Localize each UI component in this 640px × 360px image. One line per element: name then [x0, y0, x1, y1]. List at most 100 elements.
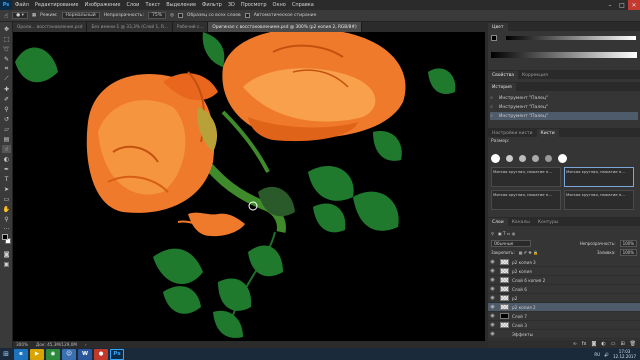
brush-preset-picker[interactable]: ● ▾ — [12, 12, 28, 19]
tab-properties[interactable]: Свойства — [488, 71, 518, 79]
clock[interactable]: 17:03 12.12.2017 — [613, 349, 636, 359]
more-tools-icon[interactable]: ··· — [2, 225, 11, 233]
menu-select[interactable]: Выделение — [163, 2, 199, 8]
tab-layers[interactable]: Слои — [488, 218, 508, 226]
doc-tab-active[interactable]: Оригинал с восстановлением.psd @ 300% (p… — [208, 22, 362, 32]
layer-row[interactable]: ◉ Слой 7 — [488, 312, 640, 321]
type-tool-icon[interactable]: T — [2, 175, 11, 183]
doc-tab[interactable]: Рабочий с... — [172, 22, 209, 32]
eye-icon[interactable]: ◉ — [488, 286, 497, 292]
photoshop-taskbar-icon[interactable]: Ps — [110, 348, 124, 360]
brush-preset[interactable]: Мягкая круглая, нажатие п... — [491, 190, 561, 210]
lock-icon[interactable]: ▦ ✐ ✥ 🔒 — [519, 250, 538, 255]
menu-filter[interactable]: Фильтр — [199, 2, 225, 8]
menu-type[interactable]: Текст — [142, 2, 163, 8]
tab-history[interactable]: История — [488, 83, 516, 91]
mode-select[interactable]: Нормальный — [61, 12, 100, 19]
foreground-color-swatch[interactable] — [2, 234, 8, 240]
fill-input[interactable]: 100% — [619, 248, 637, 256]
tab-adjustments[interactable]: Коррекция — [518, 71, 552, 79]
smudge-tool-icon[interactable]: ☝ — [4, 12, 8, 20]
ie-icon[interactable]: e — [14, 348, 28, 360]
clone-stamp-tool-icon[interactable]: ⚲ — [2, 105, 11, 113]
layer-row[interactable]: ◉ Слой 6 копия 2 — [488, 276, 640, 285]
brush-tip-icon[interactable] — [491, 153, 500, 163]
menu-image[interactable]: Изображение — [81, 2, 123, 8]
tab-brushes[interactable]: Кисти — [536, 129, 559, 137]
eye-icon[interactable]: ◉ — [488, 304, 497, 310]
pen-tool-icon[interactable]: ✒ — [2, 165, 11, 173]
close-button[interactable]: ✕ — [628, 0, 640, 10]
gradient-tool-icon[interactable]: ▤ — [2, 135, 11, 143]
shape-tool-icon[interactable]: ▭ — [2, 195, 11, 203]
skype-icon[interactable]: ☺ — [62, 348, 76, 360]
move-tool-icon[interactable]: ✥ — [2, 25, 11, 33]
tab-brush-settings[interactable]: Настройки кисти — [488, 129, 537, 137]
filter-type-icon[interactable]: ▣ T ▭ ◍ — [498, 231, 515, 236]
eye-icon[interactable]: ◉ — [488, 259, 497, 265]
history-brush-tool-icon[interactable]: ↺ — [2, 115, 11, 123]
minimize-button[interactable]: – — [604, 0, 616, 10]
auto-erase-checkbox[interactable] — [244, 13, 250, 18]
eye-icon[interactable]: ◉ — [488, 313, 497, 319]
zoom-level[interactable]: 300% — [16, 342, 28, 347]
eye-icon[interactable]: ◉ — [488, 331, 497, 337]
tab-paths[interactable]: Контуры — [534, 218, 563, 226]
brush-tip-icon[interactable] — [545, 154, 552, 162]
volume-icon[interactable]: 🔊 — [604, 352, 609, 357]
layer-opacity-input[interactable]: 100% — [619, 239, 637, 247]
link-icon[interactable]: ∞ — [573, 341, 577, 347]
history-item[interactable]: ☝ Инструмент "Палец" — [490, 103, 638, 111]
opacity-input[interactable]: 75% — [147, 12, 166, 19]
crop-tool-icon[interactable]: ⌗ — [2, 65, 11, 73]
quick-select-tool-icon[interactable]: ✎ — [2, 55, 11, 63]
layer-row[interactable]: ◉ p2 копия 3 — [488, 258, 640, 267]
healing-tool-icon[interactable]: ✚ — [2, 85, 11, 93]
layer-effects-row[interactable]: ◉ Эффекты — [488, 330, 640, 339]
brush-tip-icon[interactable] — [506, 154, 513, 162]
path-select-tool-icon[interactable]: ➤ — [2, 185, 11, 193]
eraser-tool-icon[interactable]: ▱ — [2, 125, 11, 133]
menu-help[interactable]: Справка — [289, 2, 317, 8]
brush-tool-icon[interactable]: ✐ — [2, 95, 11, 103]
menu-3d[interactable]: 3D — [225, 2, 238, 8]
media-player-icon[interactable]: ▶ — [30, 348, 44, 360]
brush-preset-selected[interactable]: Мягкая круглая, нажатие п... — [564, 167, 634, 187]
menu-edit[interactable]: Редактирование — [32, 2, 82, 8]
color-slider[interactable] — [506, 36, 636, 40]
maximize-button[interactable]: □ — [616, 0, 628, 10]
document-canvas[interactable] — [13, 32, 485, 341]
layer-row-selected[interactable]: ◉ p2 копия 2 — [488, 303, 640, 312]
eye-icon[interactable]: ◉ — [488, 322, 497, 328]
menu-window[interactable]: Окно — [270, 2, 289, 8]
fg-color-chip[interactable] — [491, 35, 497, 41]
eyedropper-tool-icon[interactable]: ⟋ — [2, 75, 11, 83]
menu-layers[interactable]: Слои — [123, 2, 142, 8]
folder-icon[interactable]: ▭ — [611, 341, 616, 347]
brush-tip-icon[interactable] — [532, 154, 539, 162]
brush-tip-icon[interactable] — [558, 153, 567, 163]
word-icon[interactable]: W — [78, 348, 92, 360]
mask-icon[interactable]: ◙ — [591, 341, 596, 347]
pressure-icon[interactable]: ◎ — [170, 13, 174, 18]
layer-row[interactable]: ◉ Слой 3 — [488, 321, 640, 330]
windows-start-icon[interactable]: ⊞ — [0, 348, 12, 360]
smudge-tool-icon[interactable]: ☝ — [2, 145, 11, 153]
eye-icon[interactable]: ◉ — [488, 295, 497, 301]
lasso-tool-icon[interactable]: ➰ — [2, 45, 11, 53]
brush-panel-toggle-icon[interactable]: ▦ — [32, 13, 36, 18]
record-icon[interactable]: ● — [94, 348, 108, 360]
dodge-tool-icon[interactable]: ◐ — [2, 155, 11, 163]
doc-tab[interactable]: Ороли... восстановление.psd — [13, 22, 88, 32]
blend-mode-select[interactable]: Обычные — [491, 239, 531, 247]
chrome-icon[interactable]: ◉ — [46, 348, 60, 360]
zoom-tool-icon[interactable]: ⚲ — [2, 215, 11, 223]
brush-preset[interactable]: Мягкая круглая, нажатие п... — [564, 190, 634, 210]
tab-channels[interactable]: Каналы — [508, 218, 534, 226]
brush-preset[interactable]: Мягкая круглая, нажатие п... — [491, 167, 561, 187]
tab-color[interactable]: Цвет — [488, 23, 508, 31]
layer-row[interactable]: ◉ p2 копия — [488, 267, 640, 276]
brush-tip-icon[interactable] — [519, 154, 526, 162]
sample-all-checkbox[interactable] — [177, 13, 183, 18]
adjustment-icon[interactable]: ◐ — [601, 341, 605, 347]
